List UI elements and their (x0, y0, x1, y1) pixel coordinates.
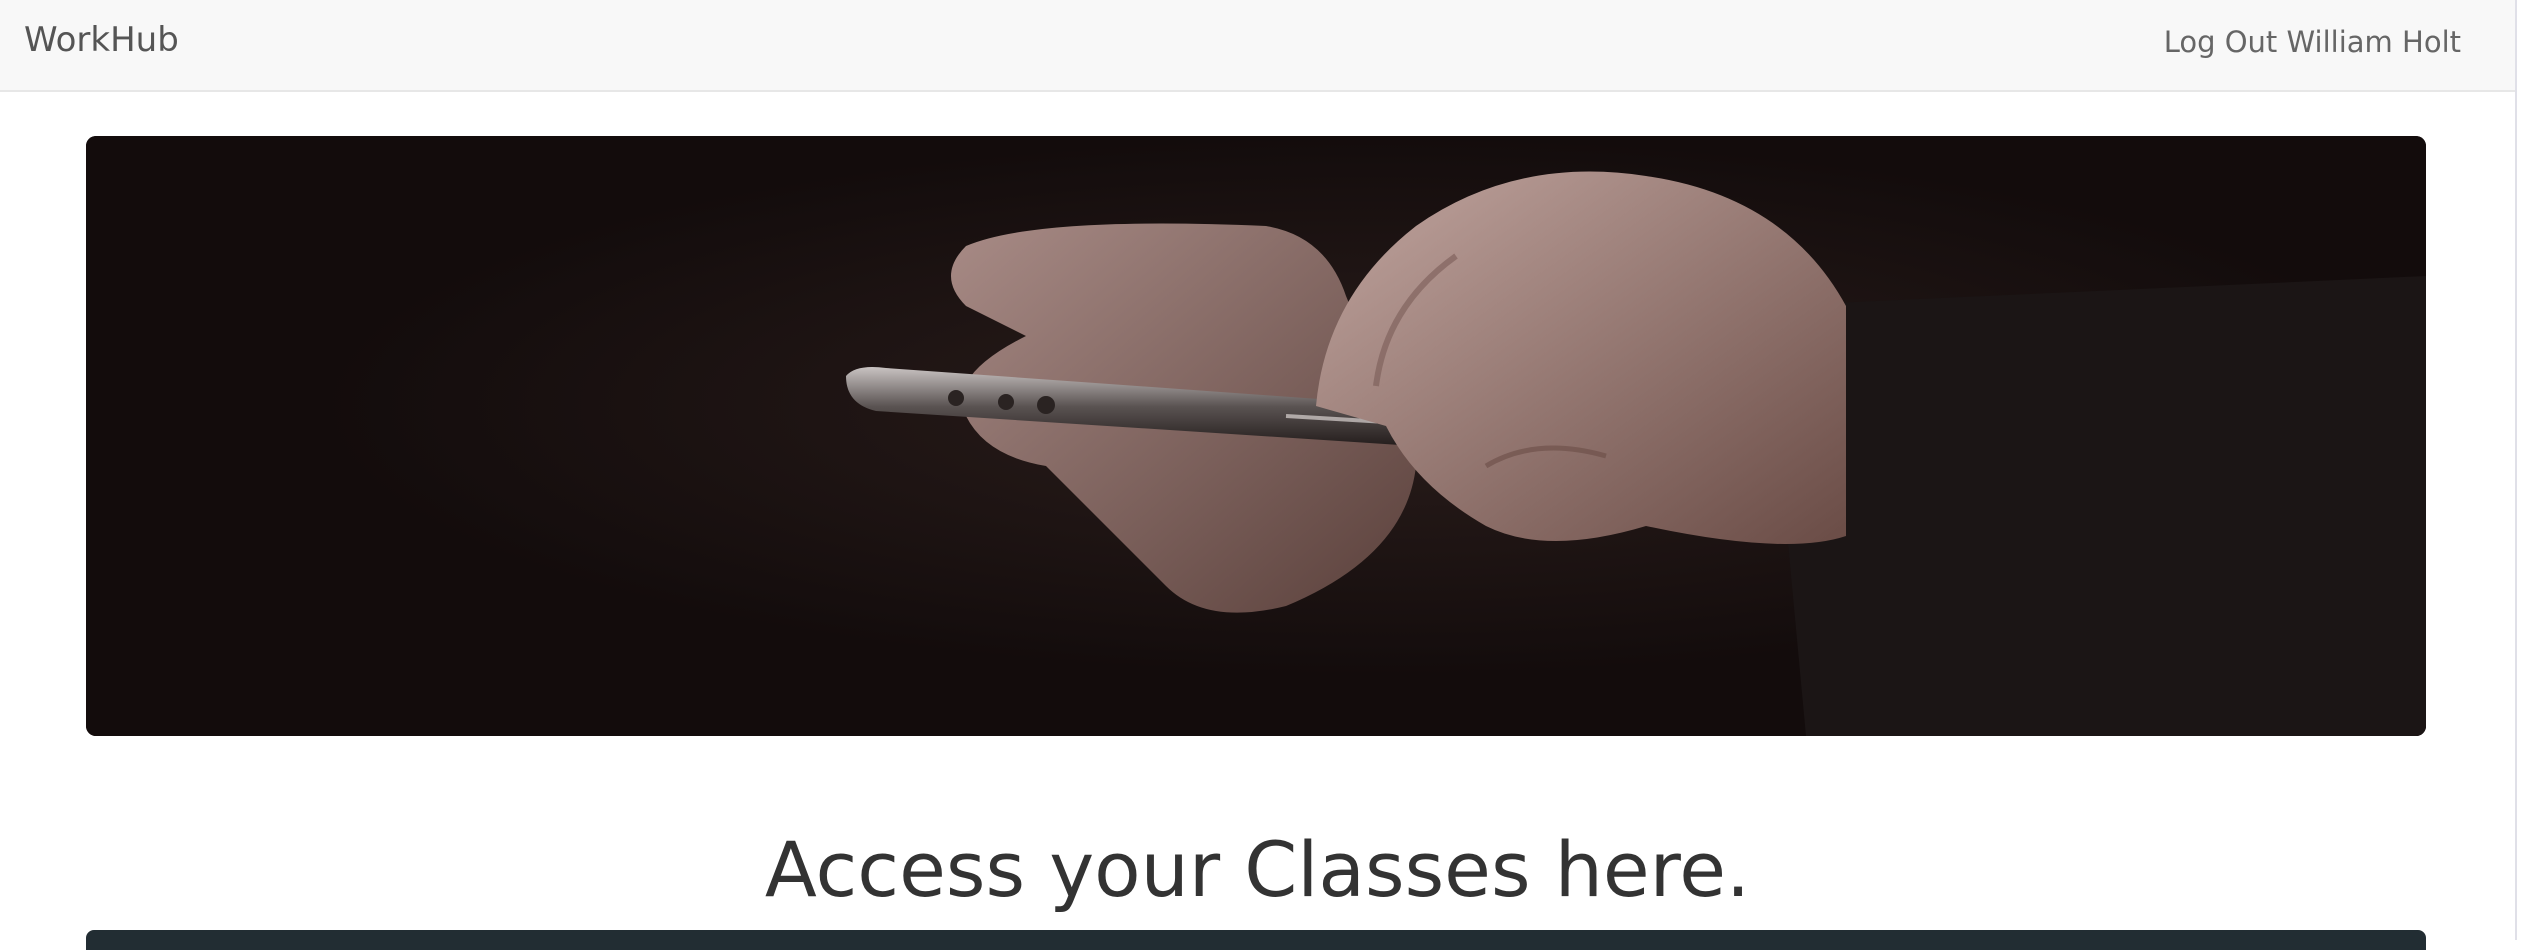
brand-link[interactable]: WorkHub (24, 18, 179, 62)
top-navbar: WorkHub Log Out William Holt (0, 0, 2515, 92)
hero-photo-illustration (86, 136, 2426, 736)
nav-right: Log Out William Holt (2164, 22, 2461, 62)
hero-image (86, 136, 2426, 736)
user-name-link[interactable]: William Holt (2287, 25, 2461, 59)
page-headline: Access your Classes here. (764, 825, 1751, 914)
window-edge (2515, 0, 2522, 940)
logout-link[interactable]: Log Out (2164, 25, 2278, 59)
classes-panel-top (86, 930, 2426, 950)
